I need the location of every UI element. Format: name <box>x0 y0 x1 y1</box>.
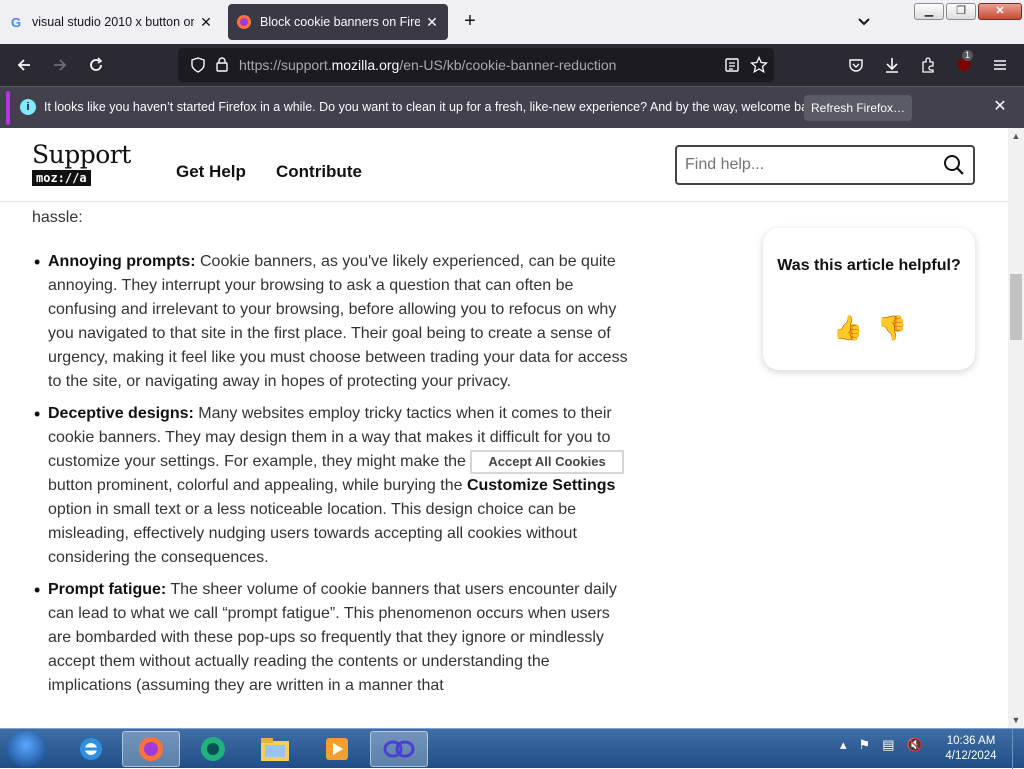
clock-date: 4/12/2024 <box>945 750 997 762</box>
tab-title: visual studio 2010 x button only <box>32 15 194 29</box>
list-item: Deceptive designs: Many websites employ … <box>32 402 632 570</box>
show-desktop-button[interactable] <box>1012 729 1024 769</box>
site-header: Support moz://a Get Help Contribute Find… <box>0 128 1008 202</box>
windows-taskbar: ▴ ⚑ ▤ 🔇 10:36 AM 4/12/2024 <box>0 728 1024 769</box>
logo-support[interactable]: Support <box>32 140 131 169</box>
search-input[interactable]: Find help... <box>675 145 975 185</box>
url-bar[interactable]: https://support.mozilla.org/en-US/kb/coo… <box>178 48 774 82</box>
page-scrollbar[interactable]: ▲ ▼ <box>1008 128 1024 728</box>
item-title: Prompt fatigue: <box>48 581 167 599</box>
pocket-icon[interactable] <box>844 53 868 77</box>
clock-time: 10:36 AM <box>946 735 996 747</box>
item-title: Deceptive designs: <box>48 405 194 422</box>
menu-hamburger-icon[interactable] <box>988 53 1012 77</box>
scroll-thumb[interactable] <box>1010 274 1022 340</box>
firefox-taskbar-icon[interactable] <box>122 731 180 767</box>
new-tab-button[interactable]: + <box>458 10 482 34</box>
notification-text: It looks like you haven’t started Firefo… <box>44 100 825 114</box>
system-tray: ▴ ⚑ ▤ 🔇 <box>840 737 923 753</box>
media-player-icon[interactable] <box>308 731 366 767</box>
item-text: button prominent, colorful and appealing… <box>48 477 467 495</box>
list-item: Prompt fatigue: The sheer volume of cook… <box>32 578 632 698</box>
downloads-icon[interactable] <box>880 53 904 77</box>
helpful-card: Was this article helpful? 👍 👎 <box>763 228 975 370</box>
restore-button[interactable]: ❐ <box>946 3 976 20</box>
start-button[interactable] <box>6 731 46 767</box>
lock-icon[interactable] <box>214 56 230 77</box>
app-taskbar-icon[interactable] <box>184 731 242 767</box>
article-intro: hassle: <box>32 209 83 226</box>
google-icon: G <box>10 14 22 30</box>
reload-icon[interactable] <box>84 53 108 77</box>
close-window-button[interactable]: ✕ <box>978 3 1022 20</box>
accept-all-cookies-example: Accept All Cookies <box>470 450 624 474</box>
tab-title: Block cookie banners on Firefox <box>260 15 420 29</box>
back-icon[interactable] <box>12 53 36 77</box>
close-notification-icon[interactable]: ✕ <box>990 97 1010 117</box>
forward-icon[interactable] <box>48 53 72 77</box>
app-active-taskbar-icon[interactable] <box>370 731 428 767</box>
url-text[interactable]: https://support.mozilla.org/en-US/kb/coo… <box>239 57 616 73</box>
extension-badge-count: 1 <box>962 50 974 61</box>
minimize-button[interactable]: ▁ <box>914 3 944 20</box>
search-placeholder: Find help... <box>685 156 765 173</box>
scroll-down-icon[interactable]: ▼ <box>1008 712 1024 728</box>
item-title: Annoying prompts: <box>48 253 196 270</box>
tab-cookie-banners[interactable]: Block cookie banners on Firefox ✕ <box>228 4 448 40</box>
scroll-up-icon[interactable]: ▲ <box>1008 128 1024 144</box>
thumbs-down-icon[interactable]: 👎 <box>877 314 907 343</box>
bookmark-star-icon[interactable] <box>749 55 769 79</box>
helpful-title: Was this article helpful? <box>777 257 961 274</box>
list-all-tabs-icon[interactable] <box>852 12 876 32</box>
thumbs-up-icon[interactable]: 👍 <box>833 314 863 343</box>
file-explorer-icon[interactable] <box>246 731 304 767</box>
show-hidden-icons-icon[interactable]: ▴ <box>840 737 847 753</box>
close-tab-icon[interactable]: ✕ <box>424 14 440 31</box>
notification-accent <box>6 91 10 125</box>
action-center-flag-icon[interactable]: ⚑ <box>859 737 871 753</box>
item-text: option in small text or a less noticeabl… <box>48 501 577 567</box>
volume-muted-icon[interactable]: 🔇 <box>906 737 922 753</box>
tab-visual-studio[interactable]: G visual studio 2010 x button only ✕ <box>0 4 222 40</box>
info-icon: i <box>20 99 36 115</box>
list-item: Annoying prompts: Cookie banners, as you… <box>32 250 632 394</box>
internet-explorer-icon[interactable] <box>62 731 120 767</box>
tab-strip: G visual studio 2010 x button only ✕ Blo… <box>0 0 1024 44</box>
refresh-firefox-button[interactable]: Refresh Firefox… <box>804 95 912 121</box>
network-icon[interactable]: ▤ <box>882 737 894 753</box>
nav-contribute[interactable]: Contribute <box>276 162 362 182</box>
article-body: hassle: Annoying prompts: Cookie banners… <box>32 206 632 706</box>
mozilla-logo[interactable]: moz://a <box>32 170 91 186</box>
nav-get-help[interactable]: Get Help <box>176 162 246 182</box>
tracking-protection-icon[interactable] <box>190 57 206 78</box>
search-icon[interactable] <box>943 154 965 176</box>
item-text: Cookie banners, as you've likely experie… <box>48 253 628 390</box>
window-controls: ▁ ❐ ✕ <box>914 3 1022 20</box>
extensions-icon[interactable] <box>916 53 940 77</box>
close-tab-icon[interactable]: ✕ <box>198 14 214 31</box>
firefox-icon <box>236 14 252 30</box>
notification-bar: i It looks like you haven’t started Fire… <box>0 86 1024 128</box>
system-clock[interactable]: 10:36 AM 4/12/2024 <box>940 734 1002 764</box>
reader-view-icon[interactable] <box>724 57 740 78</box>
web-page: hassle: Annoying prompts: Cookie banners… <box>0 128 1008 728</box>
article-list: Annoying prompts: Cookie banners, as you… <box>32 250 632 698</box>
nav-bar: https://support.mozilla.org/en-US/kb/coo… <box>0 44 1024 86</box>
customize-settings-label: Customize Settings <box>466 477 616 495</box>
